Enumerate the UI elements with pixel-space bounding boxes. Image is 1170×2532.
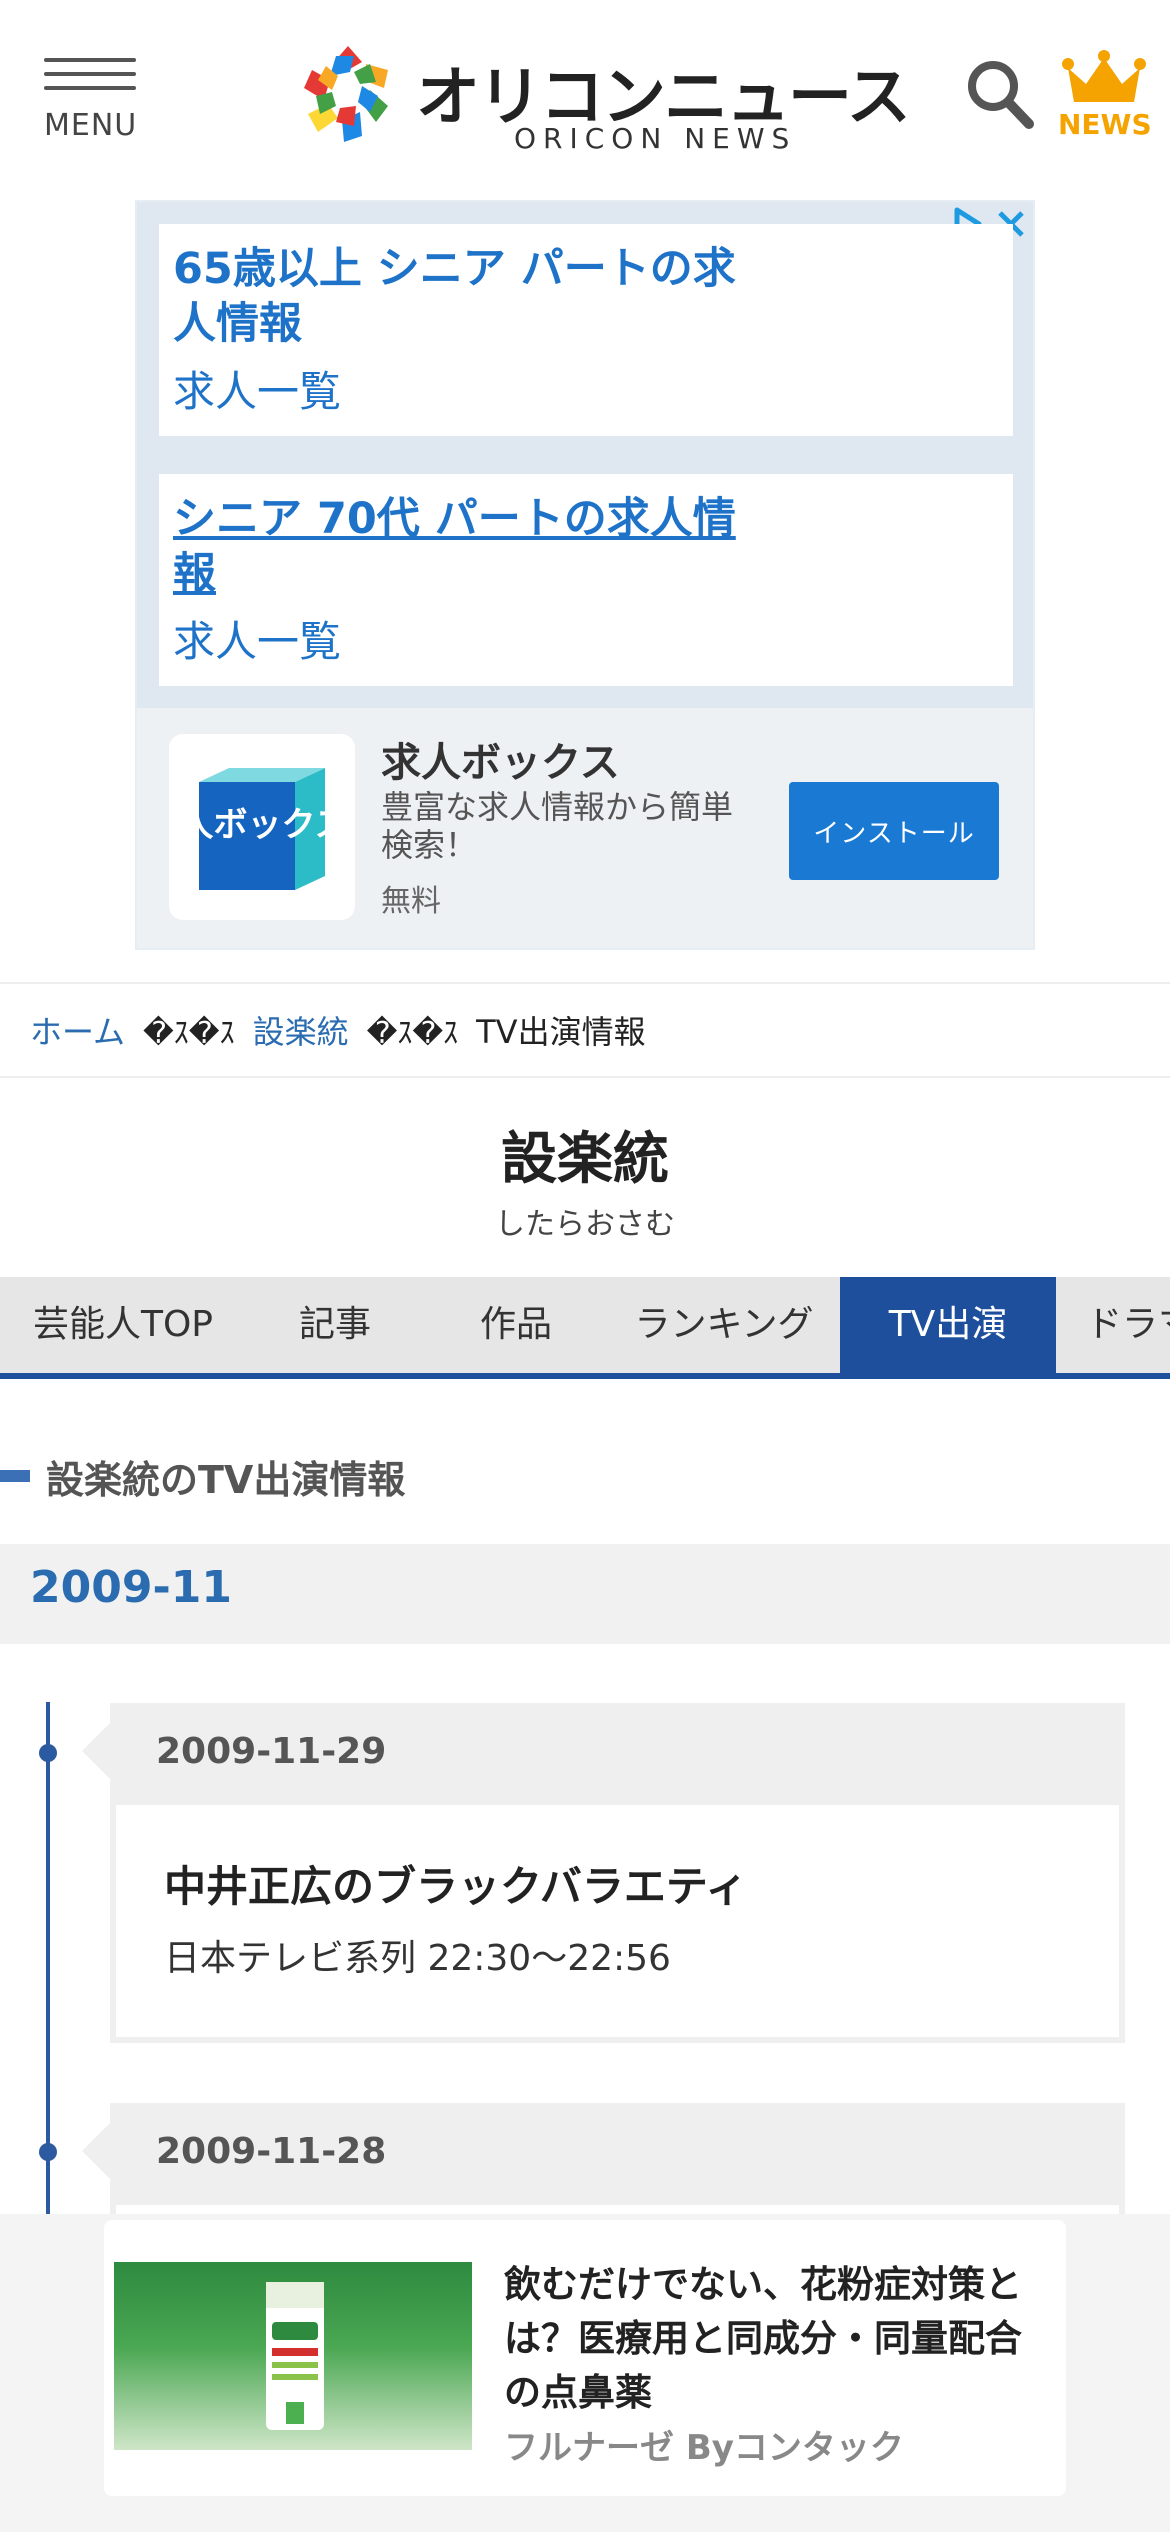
oricon-logo-icon xyxy=(304,46,388,142)
menu-icon-bar xyxy=(44,58,136,62)
ad-card[interactable]: シニア 70代 パートの求人情報 求人一覧 xyxy=(159,474,1013,686)
advertisement: 65歳以上 シニア パートの求人情報 求人一覧 シニア 70代 パートの求人情報… xyxy=(135,200,1035,950)
app-price: 無料 xyxy=(381,884,441,919)
menu-icon-bar xyxy=(44,72,136,76)
ad-card-title[interactable]: シニア 70代 パートの求人情報 xyxy=(173,492,753,602)
breadcrumb-separator: �ｽ�ｽ xyxy=(143,1016,235,1051)
entry-card[interactable]: 中井正広のブラックバラエティ 日本テレビ系列 22:30〜22:56 xyxy=(116,1805,1119,2037)
entry-date: 2009-11-28 xyxy=(156,2131,387,2172)
program-channel: 日本テレビ系列 22:30〜22:56 xyxy=(164,1938,671,1979)
artist-heading: 設楽統 したらおさむ xyxy=(0,1114,1170,1243)
artist-name: 設楽統 xyxy=(501,1127,669,1192)
month-header: 2009-11 xyxy=(0,1544,1170,1644)
search-button[interactable] xyxy=(965,58,1035,130)
artist-kana: したらおさむ xyxy=(495,1207,675,1242)
section-heading: 設楽統のTV出演情報 xyxy=(0,1448,405,1504)
tab-works[interactable]: 作品 xyxy=(424,1277,608,1373)
section-title: 設楽統のTV出演情報 xyxy=(46,1457,406,1502)
menu-icon-bar xyxy=(44,86,136,90)
bottom-ad-headline[interactable]: 飲むだけでない、花粉症対策とは？医療用と同成分・同量配合の点鼻薬 xyxy=(504,2258,1024,2420)
news-label: NEWS xyxy=(1058,108,1152,141)
section-marker xyxy=(0,1470,30,1482)
breadcrumb-artist[interactable]: 設楽統 xyxy=(253,1007,349,1053)
app-icon: 求人ボックス xyxy=(146,734,355,920)
breadcrumb-separator: �ｽ�ｽ xyxy=(366,1016,459,1051)
site-header: MENU オリコンニュース ORICON NEWS NEWS xyxy=(0,0,1170,195)
entry-pointer xyxy=(82,2123,110,2179)
tab-drama[interactable]: ドラマ xyxy=(1056,1277,1170,1373)
app-name: 求人ボックス xyxy=(381,740,620,786)
tab-top[interactable]: 芸能人TOP xyxy=(0,1277,246,1373)
tab-ranking[interactable]: ランキング xyxy=(608,1277,840,1373)
bottom-ad-sponsor: フルナーゼ Byコンタック xyxy=(504,2428,904,2468)
tv-entry[interactable]: 2009-11-29 中井正広のブラックバラエティ 日本テレビ系列 22:30〜… xyxy=(82,1703,1125,2043)
menu-label: MENU xyxy=(44,108,138,143)
search-icon xyxy=(968,61,1034,129)
tab-articles[interactable]: 記事 xyxy=(246,1277,424,1373)
install-button[interactable]: インストール xyxy=(789,782,999,880)
oricon-news-logo[interactable]: オリコンニュース ORICON NEWS xyxy=(296,42,911,155)
ad-card-title[interactable]: 65歳以上 シニア パートの求人情報 xyxy=(173,242,753,352)
app-logo-text-top: 求人ボックス xyxy=(169,805,348,845)
timeline-dot xyxy=(39,1744,57,1762)
breadcrumb-current: TV出演情報 xyxy=(476,1013,646,1051)
entry-date: 2009-11-29 xyxy=(156,1731,387,1772)
breadcrumb-home[interactable]: ホーム xyxy=(30,1007,125,1053)
ad-card-link[interactable]: 求人一覧 xyxy=(173,358,999,419)
ad-card-link[interactable]: 求人一覧 xyxy=(173,608,999,669)
entry-pointer xyxy=(82,1723,110,1779)
menu-button[interactable]: MENU xyxy=(44,58,136,148)
app-description: 豊富な求人情報から簡単検索！ xyxy=(381,788,734,864)
program-title: 中井正広のブラックバラエティ xyxy=(164,1862,748,1911)
ad-card[interactable]: 65歳以上 シニア パートの求人情報 求人一覧 xyxy=(159,224,1013,436)
tab-tv[interactable]: TV出演 xyxy=(840,1277,1056,1373)
nasal-spray-icon xyxy=(266,2282,324,2430)
bottom-ad-card[interactable]: 飲むだけでない、花粉症対策とは？医療用と同成分・同量配合の点鼻薬 フルナーゼ B… xyxy=(104,2220,1066,2496)
product-image xyxy=(114,2262,472,2450)
crown-icon xyxy=(1062,50,1146,102)
ad-app-promo[interactable]: 求人ボックス 求人ボックス 豊富な求人情報から簡単検索！ 無料 インストール xyxy=(137,708,1033,948)
news-ranking-button[interactable]: NEWS xyxy=(1058,50,1152,141)
timeline-dot xyxy=(39,2143,57,2161)
app-logo-icon: 求人ボックス xyxy=(146,768,348,890)
month-label: 2009-11 xyxy=(30,1562,232,1613)
bottom-sticky-ad: 飲むだけでない、花粉症対策とは？医療用と同成分・同量配合の点鼻薬 フルナーゼ B… xyxy=(0,2214,1170,2532)
artist-tabs: 芸能人TOP 記事 作品 ランキング TV出演 ドラマ xyxy=(0,1277,1170,1379)
breadcrumb: ホーム �ｽ�ｽ 設楽統 �ｽ�ｽ TV出演情報 xyxy=(0,982,1170,1078)
logo-text-en: ORICON NEWS xyxy=(514,122,797,155)
